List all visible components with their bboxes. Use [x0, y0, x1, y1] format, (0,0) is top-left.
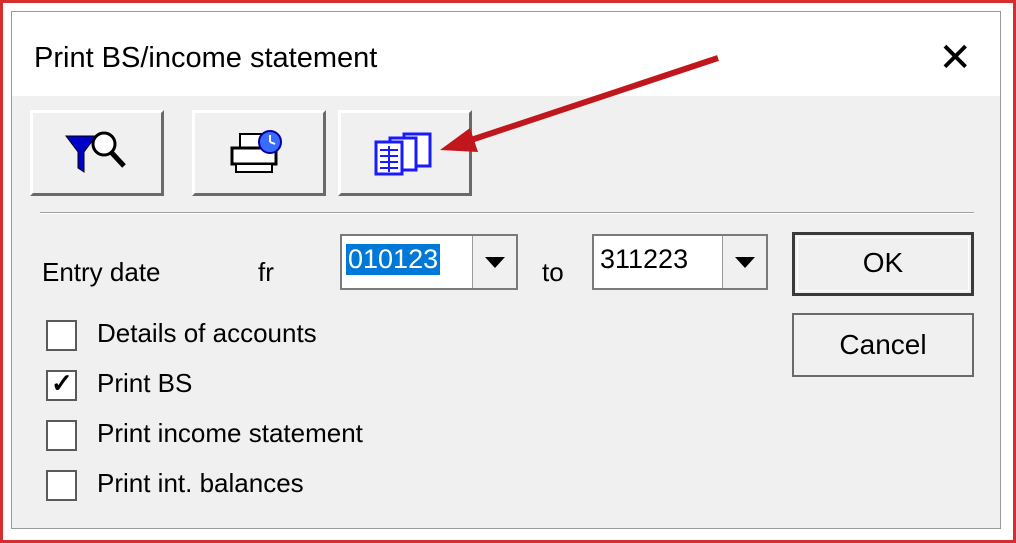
annotation-arrow — [440, 55, 719, 152]
